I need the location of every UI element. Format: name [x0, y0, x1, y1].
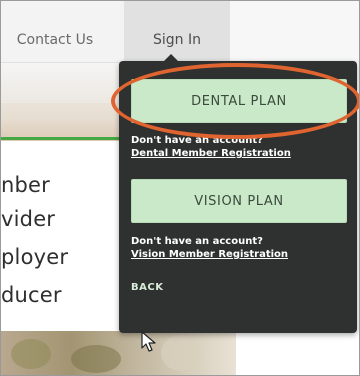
vision-account-note: Don't have an account?: [131, 236, 263, 247]
sign-in-dropdown: DENTAL PLAN Don't have an account? Denta…: [119, 54, 357, 333]
back-link[interactable]: BACK: [131, 282, 163, 293]
dropdown-caret: [163, 54, 179, 62]
photo-detail: [11, 339, 51, 369]
hero-photo-sky: [1, 63, 127, 103]
vision-plan-button[interactable]: VISION PLAN: [131, 179, 347, 223]
top-navigation: Contact Us Sign In: [1, 1, 359, 63]
nav-empty-area: [230, 1, 359, 63]
photo-detail: [71, 345, 121, 373]
role-link-provider[interactable]: vider: [1, 207, 55, 231]
mouse-pointer-icon: [141, 331, 156, 352]
hero-photo: [1, 63, 127, 141]
screenshot-frame: Contact Us Sign In nber vider ployer duc…: [0, 0, 360, 376]
green-divider: [1, 137, 127, 140]
role-link-member[interactable]: nber: [1, 173, 50, 197]
role-link-employer[interactable]: ployer: [1, 245, 68, 269]
footer-photo: [1, 331, 236, 375]
photo-detail: [161, 335, 201, 371]
nav-contact-us[interactable]: Contact Us: [1, 1, 109, 63]
dental-account-note: Don't have an account?: [131, 135, 263, 146]
role-link-producer[interactable]: ducer: [1, 283, 62, 307]
vision-registration-link[interactable]: Vision Member Registration: [131, 249, 288, 261]
dental-plan-button[interactable]: DENTAL PLAN: [131, 79, 347, 123]
dental-registration-link[interactable]: Dental Member Registration: [131, 148, 291, 160]
